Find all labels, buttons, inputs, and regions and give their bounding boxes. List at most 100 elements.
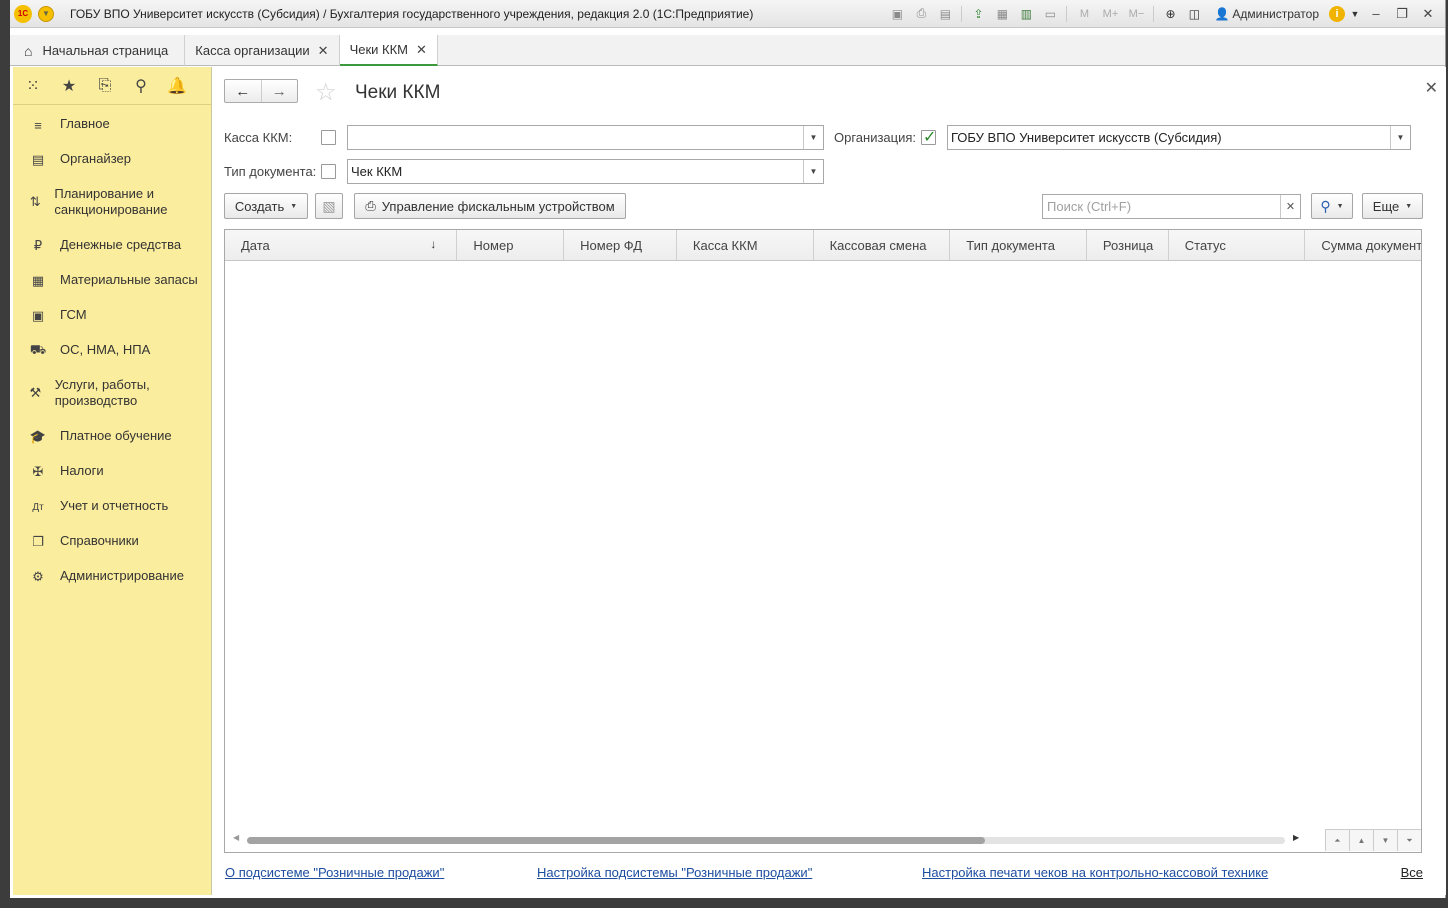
tab-cheki-kkm[interactable]: Чеки ККМ ✕ [339,35,438,66]
restore-button[interactable]: ❐ [1391,6,1413,22]
horizontal-scrollbar[interactable]: ◀ ▶ [225,828,1421,852]
sidebar-item-os[interactable]: ⛟ ОС, НМА, НПА [13,342,150,360]
navigation-buttons: ← → [224,79,298,103]
more-button[interactable]: Еще ▼ [1362,193,1423,219]
sections-panel: ⁙ ★ ⎘ ⚲ 🔔 ≡ Главное ▤ Органайзер ⇅ Плани… [13,67,212,895]
favorites-star-icon[interactable]: ★ [59,76,79,96]
sidebar-item-paid-education[interactable]: 🎓 Платное обучение [13,428,172,446]
close-window-button[interactable]: ✕ [1417,6,1439,22]
zoom-icon[interactable]: ⊕ [1160,5,1180,23]
doctype-value: Чек ККМ [351,164,403,179]
history-icon[interactable]: ⎘ [95,76,115,96]
upload-icon[interactable]: ⇪ [968,5,988,23]
dropdown-arrow-icon[interactable]: ▼ [803,160,823,183]
sidebar-item-planning[interactable]: ⇅ Планирование и санкционирование [13,186,203,218]
all-functions-grid-icon[interactable]: ⁙ [23,76,43,96]
column-retail[interactable]: Розница [1087,230,1169,260]
save-icon[interactable]: ▣ [887,5,907,23]
column-fd-number[interactable]: Номер ФД [564,230,677,260]
column-sum[interactable]: Сумма документа [1305,230,1421,260]
documents-table[interactable]: Дата ↓ Номер Номер ФД Касса ККМ Кассовая… [224,229,1422,853]
create-label: Создать [234,198,285,214]
main-menu-button[interactable]: ▼ [38,5,54,22]
sidebar-item-materials[interactable]: ▦ Материальные запасы [13,272,198,290]
search-button[interactable]: ⚲ ▼ [1311,193,1353,219]
about-subsystem-link[interactable]: О подсистеме "Розничные продажи" [225,865,444,880]
calendar-icon[interactable]: ▭ [1040,5,1060,23]
print-preview-icon[interactable]: ▤ [935,5,955,23]
user-menu[interactable]: 👤 Администратор [1214,7,1319,21]
separator [961,5,963,22]
column-date[interactable]: Дата ↓ [225,230,458,260]
organization-filter-checkbox[interactable] [921,127,936,147]
title-bar: 1С ▼ ГОБУ ВПО Университет искусств (Субс… [10,0,1445,28]
column-status[interactable]: Статус [1169,230,1306,260]
close-icon[interactable]: ✕ [318,43,329,59]
sidebar-item-administration[interactable]: ⚙ Администрирование [13,568,184,586]
gear-icon: ⚙ [32,569,44,584]
search-input[interactable]: Поиск (Ctrl+F) [1043,199,1280,214]
organization-field[interactable]: ГОБУ ВПО Университет искусств (Субсидия)… [947,125,1411,150]
search-field[interactable]: Поиск (Ctrl+F) ✕ [1042,194,1301,219]
minimize-button[interactable]: – [1365,6,1387,21]
go-first-icon[interactable]: ⏶ [1325,830,1349,851]
column-number[interactable]: Номер [457,230,565,260]
organizer-icon: ▤ [31,152,45,167]
memory-m-minus-button[interactable]: M− [1125,5,1147,23]
doctype-label: Тип документа: [224,164,317,179]
sidebar-item-taxes[interactable]: ✠ Налоги [13,463,104,481]
sidebar-item-money[interactable]: ₽ Денежные средства [13,237,181,255]
subsystem-settings-link[interactable]: Настройка подсистемы "Розничные продажи" [537,865,812,880]
scroll-track[interactable] [247,837,1285,844]
memory-m-plus-button[interactable]: M+ [1099,5,1121,23]
fiscal-device-button[interactable]: ⎙ Управление фискальным устройством [354,193,626,219]
scroll-right-icon[interactable]: ▶ [1293,833,1299,842]
sidebar-item-gsm[interactable]: ▣ ГСМ [13,307,87,325]
create-button[interactable]: Создать ▼ [224,193,308,219]
user-icon: 👤 [1214,6,1230,21]
go-last-icon[interactable]: ⏷ [1397,830,1421,851]
close-form-icon[interactable]: ✕ [1425,78,1438,98]
search-icon[interactable]: ⚲ [131,76,151,96]
form-area: ← → ☆ Чеки ККМ ✕ Касса ККМ: ▼ Организаци… [212,67,1446,895]
doctype-field[interactable]: Чек ККМ ▼ [347,159,824,184]
column-label: Статус [1184,237,1226,253]
close-icon[interactable]: ✕ [416,42,427,58]
scroll-left-icon[interactable]: ◀ [233,833,239,842]
document-icon[interactable]: ▦ [992,5,1012,23]
clear-icon[interactable]: ✕ [1280,195,1300,218]
chevron-down-icon: ▼ [290,202,298,210]
bell-icon[interactable]: 🔔 [167,76,187,96]
doctype-filter-checkbox[interactable] [321,164,336,179]
tab-kassa-organizacii[interactable]: Касса организации ✕ [185,35,340,66]
kassa-filter-checkbox[interactable] [321,130,336,145]
back-arrow-icon[interactable]: ← [225,80,261,102]
all-link[interactable]: Все [1401,865,1423,880]
print-settings-link[interactable]: Настройка печати чеков на контрольно-кас… [922,865,1268,880]
panels-icon[interactable]: ◫ [1184,5,1204,23]
dropdown-arrow-icon[interactable]: ▼ [803,126,823,149]
sidebar-item-organizer[interactable]: ▤ Органайзер [13,151,131,169]
go-down-icon[interactable]: ▼ [1373,830,1397,851]
favorite-star-icon[interactable]: ☆ [315,78,337,107]
1c-logo-icon[interactable]: 1С [14,4,32,23]
kassa-field[interactable]: ▼ [347,125,824,150]
calculator-icon[interactable]: ▥ [1016,5,1036,23]
sidebar-item-references[interactable]: ❐ Справочники [13,533,139,551]
column-doctype[interactable]: Тип документа [950,230,1087,260]
sidebar-item-services[interactable]: ⚒ Услуги, работы, производство [13,377,183,409]
scroll-thumb[interactable] [247,837,985,844]
copy-document-button[interactable]: ▧ [315,193,343,219]
chevron-down-icon[interactable]: ▼ [1349,5,1361,23]
info-icon[interactable]: i [1329,5,1345,22]
sidebar-item-glavnoe[interactable]: ≡ Главное [13,116,109,134]
tab-home[interactable]: ⌂ Начальная страница [10,35,186,66]
memory-m-button[interactable]: M [1073,5,1095,23]
column-kassa[interactable]: Касса ККМ [677,230,814,260]
column-shift[interactable]: Кассовая смена [814,230,951,260]
print-icon[interactable]: ⎙ [911,5,931,23]
sidebar-item-accounting[interactable]: Дт Учет и отчетность [13,498,168,516]
dropdown-arrow-icon[interactable]: ▼ [1390,126,1410,149]
forward-arrow-icon[interactable]: → [260,80,298,102]
go-up-icon[interactable]: ▲ [1349,830,1373,851]
